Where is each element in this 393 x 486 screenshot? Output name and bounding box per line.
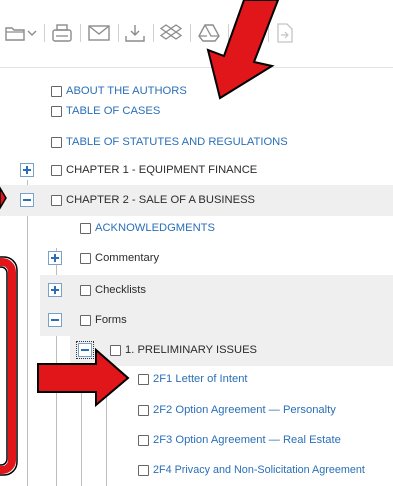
toolbar [0,0,393,68]
toolbar-separator [268,24,269,42]
email-icon[interactable] [88,20,110,46]
toolbar-separator [228,24,229,42]
tree-item-label[interactable]: 1. PRELIMINARY ISSUES [125,343,257,357]
tree-item-forms[interactable]: Forms [40,305,393,336]
tree-item-table-of-cases[interactable]: TABLE OF CASES [0,96,393,127]
tree-item-label[interactable]: 2F2 Option Agreement — Personalty [153,403,336,417]
tree-item-label[interactable]: TABLE OF STATUTES AND REGULATIONS [66,135,288,149]
tree-item-label[interactable]: CHAPTER 1 - EQUIPMENT FINANCE [66,163,257,177]
tree-item-2f1[interactable]: 2F1 Letter of Intent [0,364,393,395]
checkbox[interactable] [138,465,149,476]
tree-item-checklists[interactable]: Checklists [40,275,393,306]
expand-icon[interactable] [48,251,62,265]
checkbox[interactable] [138,435,149,446]
folder-icon[interactable] [5,20,25,46]
toolbar-separator [80,24,81,42]
tree-item-label[interactable]: CHAPTER 2 - SALE OF A BUSINESS [66,193,255,207]
checkbox[interactable] [51,195,62,206]
download-icon[interactable] [125,20,145,46]
tree-item-acknowledgments[interactable]: ACKNOWLEDGMENTS [0,213,393,244]
tree-item-2f3[interactable]: 2F3 Option Agreement — Real Estate [0,425,393,456]
tree-item-label[interactable]: Forms [95,313,127,327]
checkbox[interactable] [51,106,62,117]
tree-item-chapter-2[interactable]: CHAPTER 2 - SALE OF A BUSINESS [0,185,393,216]
tree-item-label[interactable]: 2F1 Letter of Intent [153,372,248,386]
toolbar-separator [190,24,191,42]
export-icon[interactable] [276,20,294,46]
tree-item-chapter-1[interactable]: CHAPTER 1 - EQUIPMENT FINANCE [0,155,393,186]
collapse-icon[interactable] [48,313,62,327]
tree-item-label[interactable]: Commentary [95,251,159,265]
checkbox[interactable] [51,165,62,176]
toolbar-separator [153,24,154,42]
checkbox[interactable] [138,405,149,416]
checkbox[interactable] [138,374,149,385]
chevron-down-icon[interactable] [27,20,37,46]
tree-item-commentary[interactable]: Commentary [0,243,393,274]
collapse-icon[interactable] [76,341,94,359]
google-drive-icon[interactable] [198,20,220,46]
toolbar-separator [118,24,119,42]
tree-item-label[interactable]: Checklists [95,283,146,297]
tree-item-table-of-statutes[interactable]: TABLE OF STATUTES AND REGULATIONS [0,127,393,158]
expand-icon[interactable] [20,163,34,177]
checkbox[interactable] [110,345,121,356]
expand-icon[interactable] [48,283,62,297]
checkbox[interactable] [80,253,91,264]
checkbox[interactable] [80,223,91,234]
print-icon[interactable] [52,20,72,46]
tree-item-label[interactable]: TABLE OF CASES [66,104,160,118]
checkbox[interactable] [80,315,91,326]
toolbar-separator [44,24,45,42]
tree-item-label[interactable]: 2F4 Privacy and Non-Solicitation Agreeme… [153,463,365,477]
onedrive-icon[interactable] [240,20,262,46]
tree-item-label[interactable]: ACKNOWLEDGMENTS [95,221,215,235]
tree-item-label[interactable]: 2F3 Option Agreement — Real Estate [153,433,341,447]
tree-item-2f4[interactable]: 2F4 Privacy and Non-Solicitation Agreeme… [0,455,393,486]
dropbox-icon[interactable] [160,20,182,46]
checkbox[interactable] [51,137,62,148]
tree-item-preliminary-issues[interactable]: 1. PRELIMINARY ISSUES [70,335,393,366]
collapse-icon[interactable] [20,193,34,207]
checkbox[interactable] [80,285,91,296]
tree-item-2f2[interactable]: 2F2 Option Agreement — Personalty [0,395,393,426]
